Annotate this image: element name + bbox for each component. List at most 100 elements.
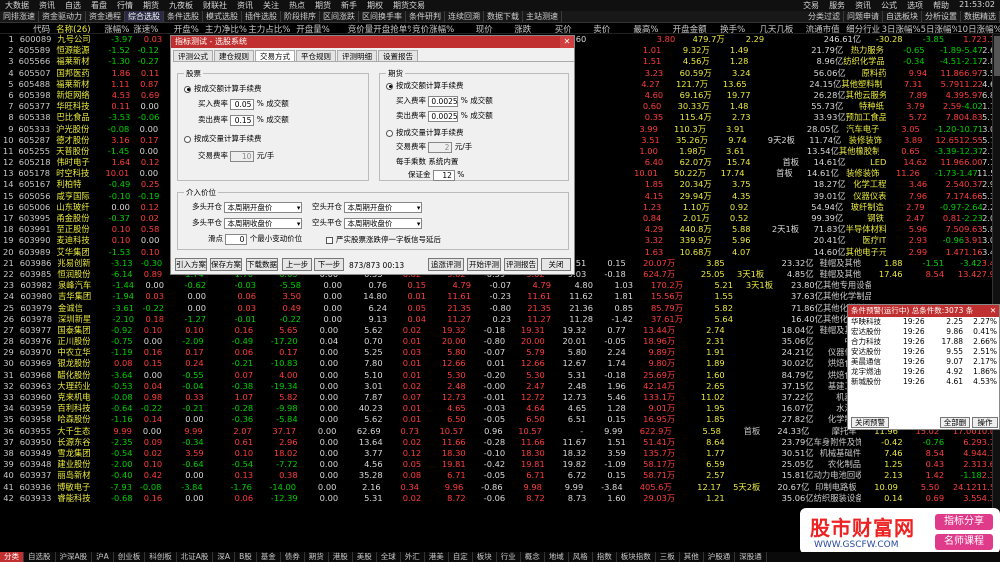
column-header[interactable]: [0, 23, 14, 33]
toolbar-tab[interactable]: 区间涨跌: [320, 11, 359, 22]
bottom-tab[interactable]: 北证A股: [177, 552, 214, 562]
column-header[interactable]: 现价: [454, 23, 493, 33]
bottom-tab[interactable]: 三板: [656, 552, 680, 562]
close-alert-button[interactable]: 关闭预警: [851, 417, 889, 428]
column-header[interactable]: 最高%: [610, 23, 658, 33]
bottom-tab[interactable]: 港美: [425, 552, 449, 562]
column-header[interactable]: 开盘%: [158, 23, 199, 33]
scrollbar[interactable]: [992, 34, 1000, 544]
test-report-button[interactable]: 评测报告: [504, 258, 538, 271]
chase-test-button[interactable]: 追涨评测: [428, 258, 464, 271]
toolbar-right-tab[interactable]: 数据精选: [961, 11, 1000, 22]
stock-buy-rate-input[interactable]: 0.05: [230, 98, 255, 110]
bottom-tab[interactable]: 板块指数: [617, 552, 656, 562]
bottom-tab[interactable]: 板块: [473, 552, 497, 562]
alert-row[interactable]: 新城股份 19:26 4.61 4.53%: [848, 377, 999, 387]
futures-buy-rate-input[interactable]: 0.0025: [428, 95, 459, 107]
bottom-tab[interactable]: 行业: [497, 552, 521, 562]
bottom-tab[interactable]: 期货: [305, 552, 329, 562]
bottom-tab[interactable]: 沪A: [92, 552, 114, 562]
top-menu-right-item[interactable]: 服务: [824, 0, 850, 11]
futures-trade-rate-input[interactable]: 2: [428, 141, 453, 153]
bottom-tab[interactable]: 创业板: [114, 552, 146, 562]
toolbar-tab[interactable]: 综合选股: [125, 11, 164, 22]
toolbar-right-tab[interactable]: 分类过滤: [805, 11, 844, 22]
bottom-tab[interactable]: 美股: [353, 552, 377, 562]
limit-delay-checkbox[interactable]: 严实股票涨跌停一字板信号延后: [326, 234, 441, 245]
toolbar-tab[interactable]: 资金通程: [86, 11, 125, 22]
long-open-select[interactable]: 本周期开盘价: [224, 201, 303, 213]
column-header[interactable]: 涨跌: [493, 23, 531, 33]
bottom-tab[interactable]: 指数: [593, 552, 617, 562]
top-menu-right-item[interactable]: 帮助: [928, 0, 954, 11]
toolbar-tab[interactable]: 阶段排序: [281, 11, 320, 22]
futures-fee-by-amount-radio[interactable]: 按成交额计算手续费: [386, 80, 464, 91]
download-data-button[interactable]: 下载数据: [246, 258, 278, 271]
top-menu-item[interactable]: 看盘: [86, 0, 112, 11]
column-header[interactable]: 开盘抢单%: [373, 23, 411, 33]
dialog-tab[interactable]: 设置报告: [378, 50, 418, 61]
bottom-tab[interactable]: 科创板: [145, 552, 177, 562]
column-header[interactable]: 买价: [531, 23, 572, 33]
long-close-select[interactable]: 本周期收盘价: [224, 217, 303, 229]
table-row[interactable]: 24 603980 吉华集团 -1.94 0.03 0.00 0.06 3.50 0.00 14.…: [0, 291, 1000, 302]
top-menu-item[interactable]: 热点: [284, 0, 310, 11]
top-menu-item[interactable]: 资讯: [232, 0, 258, 11]
slippage-input[interactable]: 0: [225, 233, 248, 245]
margin-input[interactable]: 12: [432, 169, 455, 181]
bottom-tab[interactable]: 港股: [329, 552, 353, 562]
column-header[interactable]: 3日涨幅%: [880, 23, 921, 33]
table-row[interactable]: 42 603933 睿能科技 -0.68 0.16 0.00 0.06 -12.39 0.00 5…: [0, 493, 1000, 504]
column-header[interactable]: 几天几板: [745, 23, 793, 33]
bottom-tab[interactable]: 深A: [213, 552, 236, 562]
bottom-tab[interactable]: 深股通: [735, 552, 767, 562]
column-header[interactable]: 开盘金额: [658, 23, 707, 33]
toolbar-tab[interactable]: 模式选股: [203, 11, 242, 22]
table-row[interactable]: 39 603948 建业股份 -2.00 0.10 -0.64 -0.54 -7.72 0.00…: [0, 459, 1000, 470]
radio-off-icon[interactable]: [386, 129, 393, 137]
top-menu-item[interactable]: 期货交易: [388, 0, 430, 11]
column-header[interactable]: 换手%: [707, 23, 745, 33]
column-header[interactable]: 卖价: [572, 23, 610, 33]
bottom-tab[interactable]: 基金: [257, 552, 281, 562]
short-close-select[interactable]: 本周期收盘价: [344, 217, 423, 229]
toolbar-tab[interactable]: 同排涨速: [0, 11, 39, 22]
stock-trade-fee-input[interactable]: 10: [230, 150, 255, 162]
top-menu-item[interactable]: 期权: [362, 0, 388, 11]
alert-row[interactable]: 宏达股份 19:26 9.86 0.41%: [848, 327, 999, 337]
column-header[interactable]: 开盘量%: [290, 23, 330, 33]
futures-sell-rate-input[interactable]: 0.0025: [428, 110, 459, 122]
top-menu-right-item[interactable]: 选项: [902, 0, 928, 11]
column-header[interactable]: 竞价量: [330, 23, 374, 33]
top-menu-item[interactable]: 行情: [112, 0, 138, 11]
toolbar-tab[interactable]: 插件选股: [242, 11, 281, 22]
top-menu-item[interactable]: 关注: [258, 0, 284, 11]
bottom-tab[interactable]: 自选股: [24, 552, 56, 562]
close-dialog-button[interactable]: 关闭: [541, 258, 571, 271]
top-menu-right-item[interactable]: 公式: [876, 0, 902, 11]
bottom-tab[interactable]: 沪股通: [704, 552, 736, 562]
bottom-tab[interactable]: 外汇: [401, 552, 425, 562]
checkbox-icon[interactable]: [326, 236, 333, 244]
table-row[interactable]: 23 603982 泉峰汽车 -1.44 0.00 -0.62 -0.03 -5.58 0.00…: [0, 280, 1000, 291]
stock-fee-by-amount-radio[interactable]: 按成交额计算手续费: [184, 83, 262, 94]
top-menu-right-item[interactable]: 交易: [798, 0, 824, 11]
top-menu-right-item[interactable]: 资讯: [850, 0, 876, 11]
column-header[interactable]: 细分行业: [840, 23, 880, 33]
table-row[interactable]: 38 603949 雪龙集团 -0.54 0.02 3.59 0.10 18.02 0.00 3.…: [0, 448, 1000, 459]
bottom-tab[interactable]: 沪深A股: [56, 552, 93, 562]
dialog-tab[interactable]: 平仓规则: [296, 50, 336, 61]
toolbar-tab[interactable]: 区间换手率: [359, 11, 406, 22]
top-menu-item[interactable]: 大数据: [0, 0, 34, 11]
bottom-tab[interactable]: 地域: [545, 552, 569, 562]
top-menu-item[interactable]: 期货: [138, 0, 164, 11]
top-menu-item[interactable]: 期货: [310, 0, 336, 11]
dialog-tab[interactable]: 评测公式: [173, 50, 213, 61]
bottom-tab[interactable]: B股: [235, 552, 257, 562]
alert-row[interactable]: 合力科技 19:26 17.88 2.66%: [848, 337, 999, 347]
dialog-close-icon[interactable]: ✕: [560, 36, 574, 48]
dialog-tab[interactable]: 交易方式: [255, 50, 295, 61]
bottom-tab[interactable]: 分类: [0, 552, 24, 562]
column-header[interactable]: 流通市值: [793, 23, 840, 33]
toolbar-right-tab[interactable]: 自选板块: [883, 11, 922, 22]
